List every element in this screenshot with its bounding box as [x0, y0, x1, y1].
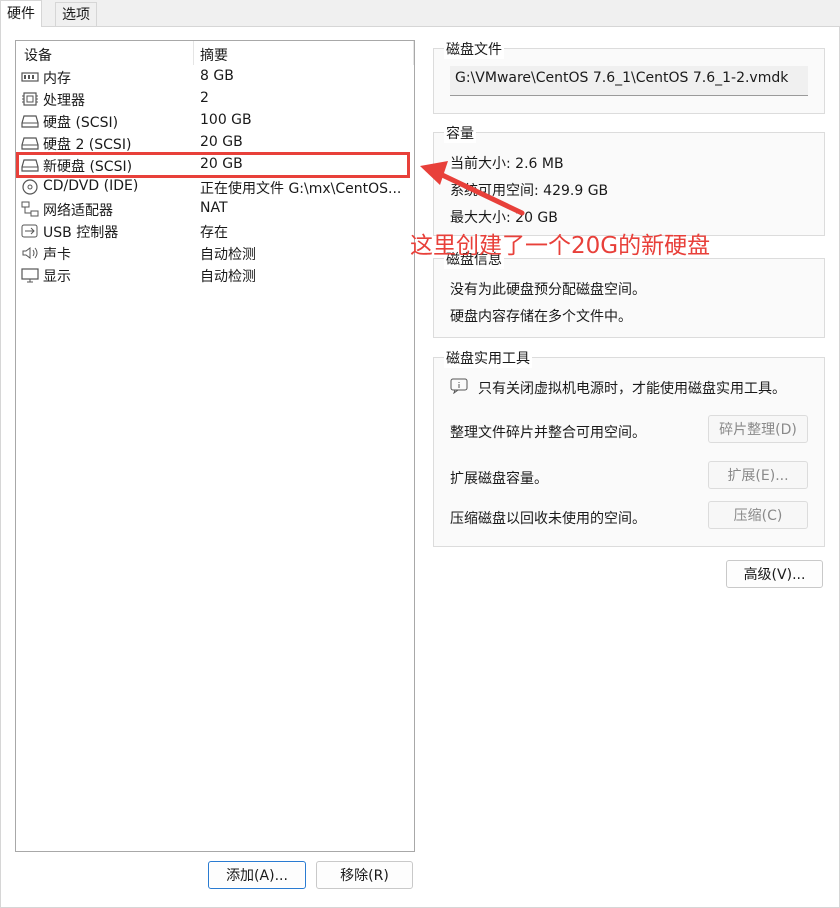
- device-list[interactable]: 设备 摘要 内存 8 GB 处理器 2 硬盘 (SCSI) 100 GB 硬盘 …: [15, 40, 415, 852]
- hard-disk-icon: [21, 115, 39, 128]
- sound-card-icon: [22, 247, 38, 259]
- memory-icon: [21, 72, 39, 82]
- tab-hardware[interactable]: 硬件: [0, 0, 42, 27]
- expand-button[interactable]: 扩展(E)...: [708, 461, 808, 489]
- device-name: 硬盘 2 (SCSI): [43, 137, 132, 153]
- expand-text: 扩展磁盘容量。: [450, 471, 548, 487]
- device-row-hard-disk[interactable]: 硬盘 (SCSI) 100 GB: [16, 110, 414, 132]
- device-list-header: 设备 摘要: [16, 41, 414, 65]
- device-summary: 正在使用文件 G:\mx\CentOS...: [200, 181, 402, 197]
- device-name: 硬盘 (SCSI): [43, 115, 119, 131]
- device-row-hard-disk-2[interactable]: 硬盘 2 (SCSI) 20 GB: [16, 132, 414, 154]
- advanced-button[interactable]: 高级(V)...: [726, 560, 823, 588]
- device-row-cd-dvd[interactable]: CD/DVD (IDE) 正在使用文件 G:\mx\CentOS...: [16, 176, 414, 198]
- device-summary: 自动检测: [200, 269, 256, 285]
- compact-button[interactable]: 压缩(C): [708, 501, 808, 529]
- device-summary: 2: [200, 90, 209, 106]
- compact-text: 压缩磁盘以回收未使用的空间。: [450, 511, 646, 527]
- disk-file-title: 磁盘文件: [444, 39, 504, 59]
- device-summary: 100 GB: [200, 112, 252, 128]
- device-name: USB 控制器: [43, 225, 119, 241]
- device-row-new-hard-disk[interactable]: 新硬盘 (SCSI) 20 GB: [16, 152, 410, 178]
- device-name: 声卡: [43, 247, 71, 263]
- device-summary: 自动检测: [200, 247, 256, 263]
- disk-utilities-title: 磁盘实用工具: [444, 348, 532, 368]
- disk-info-group: 磁盘信息 没有为此硬盘预分配磁盘空间。 硬盘内容存储在多个文件中。: [433, 249, 825, 338]
- device-summary: 8 GB: [200, 68, 234, 84]
- defragment-button[interactable]: 碎片整理(D): [708, 415, 808, 443]
- processor-icon: [22, 92, 38, 106]
- display-icon: [21, 268, 39, 283]
- tab-bar: 选项 硬件: [0, 0, 840, 27]
- device-summary: 20 GB: [200, 134, 243, 150]
- remove-button[interactable]: 移除(R): [316, 861, 413, 889]
- disk-file-path-field[interactable]: G:\VMware\CentOS 7.6_1\CentOS 7.6_1-2.vm…: [450, 66, 808, 96]
- usb-icon: [21, 224, 38, 238]
- tab-options-label: 选项: [62, 7, 90, 23]
- hard-disk-icon: [21, 137, 39, 150]
- add-button[interactable]: 添加(A)...: [208, 861, 306, 889]
- device-name: 处理器: [43, 93, 85, 109]
- device-name: 内存: [43, 71, 71, 87]
- capacity-title: 容量: [444, 123, 476, 143]
- disk-file-path: G:\VMware\CentOS 7.6_1\CentOS 7.6_1-2.vm…: [455, 70, 789, 86]
- column-header-summary[interactable]: 摘要: [200, 45, 228, 65]
- hard-disk-icon: [21, 159, 39, 172]
- column-divider[interactable]: [193, 41, 194, 65]
- device-name: 新硬盘 (SCSI): [43, 159, 133, 175]
- cd-dvd-icon: [22, 179, 38, 195]
- utilities-notice: 只有关闭虚拟机电源时，才能使用磁盘实用工具。: [478, 381, 786, 397]
- disk-info-line: 没有为此硬盘预分配磁盘空间。: [450, 282, 646, 298]
- device-name: 显示: [43, 269, 71, 285]
- device-summary: 20 GB: [200, 156, 243, 172]
- device-summary: 存在: [200, 225, 228, 241]
- device-name: CD/DVD (IDE): [43, 178, 139, 194]
- annotation-text: 这里创建了一个20G的新硬盘: [410, 233, 711, 259]
- device-row-network-adapter[interactable]: 网络适配器 NAT: [16, 198, 414, 220]
- disk-info-line: 硬盘内容存储在多个文件中。: [450, 309, 632, 325]
- tab-options[interactable]: 选项: [55, 2, 97, 26]
- column-header-device[interactable]: 设备: [24, 45, 52, 65]
- device-row-memory[interactable]: 内存 8 GB: [16, 66, 414, 88]
- info-icon: [450, 378, 468, 394]
- device-row-usb-controller[interactable]: USB 控制器 存在: [16, 220, 414, 242]
- device-row-sound-card[interactable]: 声卡 自动检测: [16, 242, 414, 264]
- device-summary: NAT: [200, 200, 228, 216]
- defragment-text: 整理文件碎片并整合可用空间。: [450, 425, 646, 441]
- column-divider: [413, 41, 414, 65]
- device-name: 网络适配器: [43, 203, 113, 219]
- tab-hardware-label: 硬件: [7, 6, 35, 22]
- device-row-display[interactable]: 显示 自动检测: [16, 264, 414, 286]
- annotation-arrow: [420, 161, 525, 216]
- device-row-processor[interactable]: 处理器 2: [16, 88, 414, 110]
- network-adapter-icon: [21, 201, 39, 217]
